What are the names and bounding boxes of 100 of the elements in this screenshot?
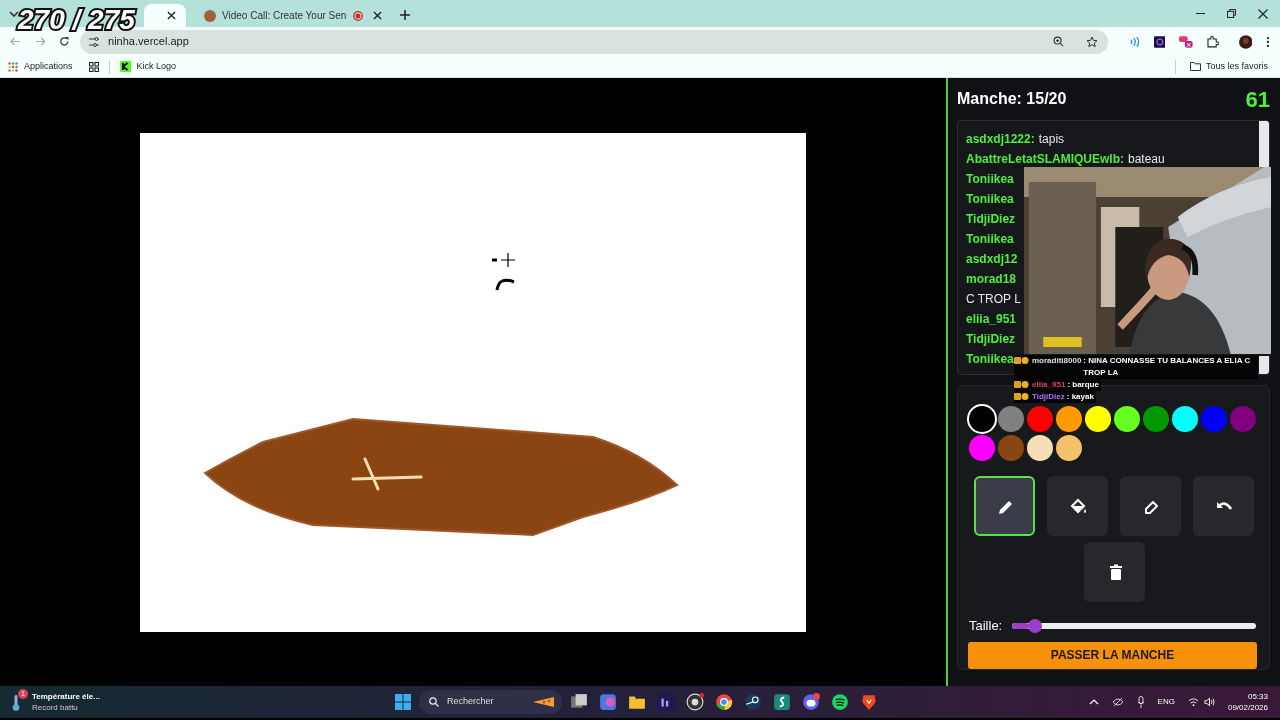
badge-icon	[1014, 357, 1030, 364]
color-swatch[interactable]	[998, 406, 1024, 432]
color-swatch[interactable]	[1056, 406, 1082, 432]
restore-icon	[1227, 9, 1236, 18]
color-swatch[interactable]	[1143, 406, 1169, 432]
signal-waves-icon	[1128, 35, 1140, 48]
chat-message: tapis	[1038, 131, 1065, 148]
pencil-tool-button[interactable]	[974, 476, 1035, 536]
url-text: ninha.vercel.app	[108, 34, 189, 50]
k-logo-icon	[119, 61, 131, 72]
steam-icon	[744, 693, 762, 711]
speaker-icon	[1203, 697, 1215, 707]
color-swatch[interactable]	[1201, 406, 1227, 432]
color-swatch[interactable]	[969, 406, 995, 432]
windows-start-icon	[395, 694, 411, 710]
stream-chat-username: TidjiDiez	[1032, 391, 1065, 403]
shield-app-icon	[773, 693, 791, 711]
discord-icon	[802, 693, 820, 711]
chevron-up-icon	[1088, 699, 1099, 705]
app-icon	[599, 693, 617, 711]
grid-icon	[88, 61, 99, 72]
browser-tab[interactable]	[144, 4, 186, 27]
wifi-icon	[1187, 697, 1199, 707]
extension-icon	[1179, 35, 1193, 48]
timer: 61	[1245, 85, 1270, 114]
chrome-icon	[715, 693, 733, 711]
back-icon	[10, 36, 21, 47]
color-swatch[interactable]	[998, 435, 1024, 461]
bookmark[interactable]: Applications	[8, 59, 73, 74]
chat-username: TidjiDiez	[966, 331, 1016, 348]
fill-tool-button[interactable]	[1047, 476, 1108, 536]
drawing-canvas[interactable]	[140, 133, 806, 632]
chat-username: asdxdj1222:	[966, 131, 1035, 148]
spotify-icon	[831, 693, 849, 711]
reload-icon	[59, 36, 71, 47]
stream-chat-username: eliia_951	[1032, 379, 1066, 391]
recording-app-icon	[686, 693, 704, 711]
bookmark[interactable]: Kick Logo	[119, 59, 177, 74]
menu-icon	[1266, 35, 1271, 48]
badge-icon	[1014, 381, 1030, 388]
task-view-icon	[570, 693, 588, 711]
chat-username: Toniikea	[966, 171, 1014, 188]
chat-username: eliia_951	[966, 311, 1017, 328]
color-swatch[interactable]	[1114, 406, 1140, 432]
forward-icon	[34, 36, 46, 47]
clock-time: 05:33	[1247, 691, 1268, 702]
address-bar[interactable]: ninha.vercel.app	[80, 29, 1108, 54]
color-swatch[interactable]	[1056, 435, 1082, 461]
round-counter: Manche: 15/20	[957, 89, 1067, 109]
skip-round-button[interactable]: PASSER LA MANCHE	[968, 641, 1257, 669]
chat-username: Toniikea	[966, 191, 1014, 208]
widget-title: Température éle...	[32, 691, 100, 702]
all-bookmarks[interactable]: Tous les favoris	[1189, 59, 1268, 74]
slider-thumb[interactable]	[1028, 618, 1043, 633]
clock-date: 09/02/2026	[1227, 702, 1268, 713]
chat-username: asdxdj12	[966, 251, 1018, 268]
folder-icon	[628, 693, 646, 711]
close-icon	[373, 11, 382, 20]
language-indicator[interactable]: ENG	[1157, 696, 1175, 708]
microphone-icon	[1136, 696, 1145, 708]
paint-bucket-icon	[1068, 497, 1087, 515]
color-swatch[interactable]	[969, 435, 995, 461]
site-settings-icon	[88, 35, 101, 48]
color-swatch[interactable]	[1172, 406, 1198, 432]
stream-chat-message: : barque	[1067, 379, 1099, 391]
color-swatch[interactable]	[1230, 406, 1256, 432]
widget-subtitle: Record battu	[32, 702, 79, 713]
chat-message: bateau	[1128, 151, 1165, 168]
star-icon	[1086, 35, 1098, 48]
scrollbar[interactable]	[1259, 121, 1269, 167]
badge-icon	[1014, 393, 1030, 400]
new-tab-icon	[400, 10, 410, 20]
color-swatch[interactable]	[1027, 435, 1053, 461]
chat-message: C TROP L	[966, 291, 1021, 308]
color-swatch[interactable]	[1085, 406, 1111, 432]
chat-username: Toniikea	[966, 351, 1014, 368]
clear-tool-button[interactable]	[1084, 542, 1145, 602]
folder-icon	[1189, 62, 1201, 71]
apps-grid-icon	[8, 61, 18, 72]
chat-username: TidjiDiez	[966, 211, 1016, 228]
color-swatch[interactable]	[1027, 406, 1053, 432]
zoom-icon	[1053, 36, 1064, 47]
stream-chat-username: moraditi8000	[1032, 355, 1082, 367]
browser-tab[interactable]: Video Call: Create Your Sen	[194, 4, 392, 27]
close-icon	[1258, 8, 1268, 19]
puzzle-icon	[1206, 35, 1219, 48]
tab-title: Video Call: Create Your Sen	[222, 9, 347, 23]
premiere-icon	[657, 693, 675, 711]
chat-username: morad18	[966, 271, 1017, 288]
extension-icon	[1153, 35, 1166, 48]
close-icon	[167, 11, 176, 20]
pizza-icon	[532, 696, 556, 708]
taskbar-search[interactable]: Rechercher	[419, 690, 562, 714]
stream-chat-message: : kayak	[1066, 391, 1094, 403]
hidden-eye-icon	[1111, 697, 1124, 707]
avatar-icon	[204, 9, 216, 22]
thermometer-icon	[12, 695, 20, 711]
chat-username: Toniikea	[966, 231, 1014, 248]
search-icon	[429, 697, 439, 707]
chat-username: AbattreLetatSLAMIQUEwlb:	[966, 151, 1124, 168]
